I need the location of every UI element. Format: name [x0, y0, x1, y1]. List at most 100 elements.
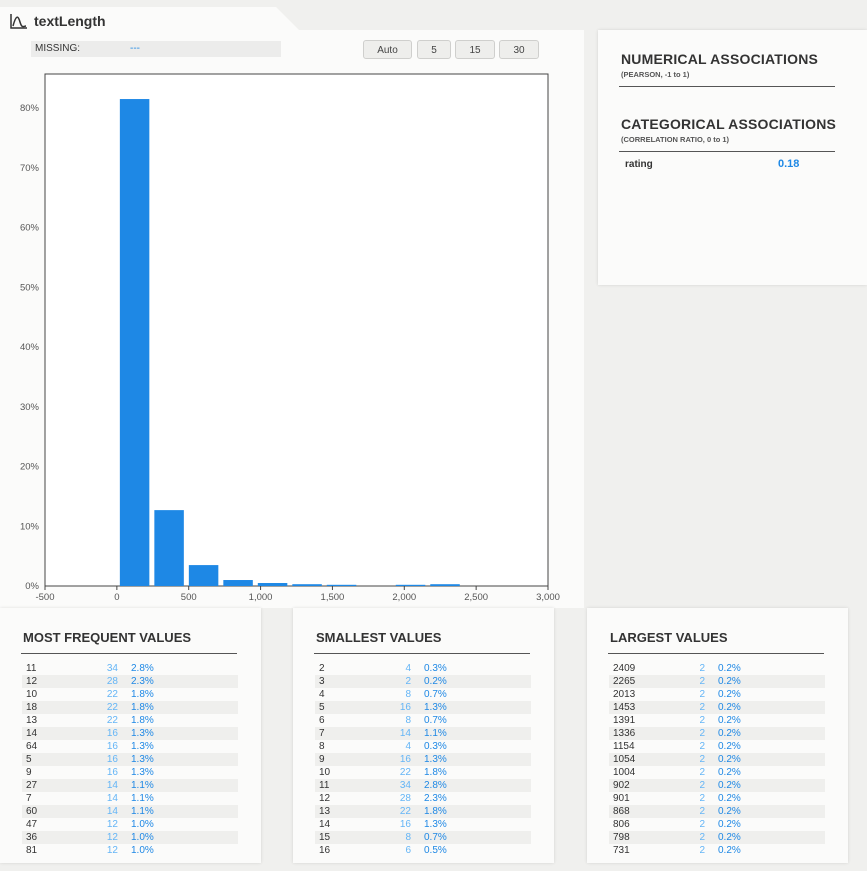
histogram-bar[interactable]: [257, 583, 288, 586]
y-tick-label: 20%: [20, 462, 40, 473]
list-item: 5 16 1.3%: [315, 701, 531, 714]
value-percent: 0.5%: [424, 845, 447, 856]
list-item: 9 16 1.3%: [22, 766, 238, 779]
missing-label: MISSING:: [35, 43, 81, 54]
y-tick-label: 60%: [20, 223, 40, 234]
list-item: 806 2 0.2%: [609, 818, 825, 831]
value-percent: 2.8%: [424, 780, 447, 791]
most-frequent-title: MOST FREQUENT VALUES: [23, 630, 192, 645]
histogram-bar[interactable]: [223, 580, 253, 586]
list-item: 7 14 1.1%: [315, 727, 531, 740]
value-percent: 1.8%: [424, 806, 447, 817]
distribution-icon: [10, 14, 27, 29]
bins-15-button[interactable]: 15: [455, 40, 495, 59]
value-percent: 1.1%: [131, 793, 154, 804]
value-count: 2: [699, 806, 705, 817]
value-label: 13: [319, 806, 331, 817]
value-count: 12: [106, 832, 118, 843]
list-item: 11 34 2.8%: [315, 779, 531, 792]
value-count: 2: [699, 780, 705, 791]
bins-5-button[interactable]: 5: [417, 40, 451, 59]
x-tick-label: 3,000: [536, 592, 560, 603]
value-count: 8: [405, 689, 411, 700]
value-label: 2265: [613, 676, 636, 687]
list-item: 6 8 0.7%: [315, 714, 531, 727]
value-label: 902: [613, 780, 630, 791]
value-count: 22: [106, 689, 118, 700]
histogram-bar[interactable]: [154, 510, 184, 586]
value-percent: 0.7%: [424, 832, 447, 843]
divider: [608, 653, 824, 654]
value-count: 2: [699, 663, 705, 674]
value-percent: 0.7%: [424, 689, 447, 700]
value-count: 16: [106, 728, 118, 739]
list-item: 4 8 0.7%: [315, 688, 531, 701]
value-percent: 0.2%: [718, 845, 741, 856]
numerical-associations-subtitle: (PEARSON, -1 to 1): [621, 70, 690, 79]
value-count: 16: [399, 754, 411, 765]
value-count: 14: [106, 793, 118, 804]
variable-name: textLength: [34, 13, 106, 29]
list-item: 60 14 1.1%: [22, 805, 238, 818]
value-count: 2: [699, 832, 705, 843]
x-tick-label: 500: [181, 592, 197, 603]
list-item: 1453 2 0.2%: [609, 701, 825, 714]
histogram-bar[interactable]: [188, 565, 219, 586]
bins-30-button[interactable]: 30: [499, 40, 539, 59]
value-label: 5: [26, 754, 32, 765]
list-item: 2265 2 0.2%: [609, 675, 825, 688]
most-frequent-list: 11 34 2.8% 12 28 2.3% 10 22 1.8% 18 22 1.8% 13 22 1.8%…: [22, 662, 238, 857]
value-percent: 1.1%: [131, 806, 154, 817]
association-name[interactable]: rating: [625, 159, 653, 170]
list-item: 14 16 1.3%: [315, 818, 531, 831]
bins-auto-button[interactable]: Auto: [363, 40, 412, 59]
value-count: 14: [106, 780, 118, 791]
list-item: 1336 2 0.2%: [609, 727, 825, 740]
value-count: 34: [399, 780, 411, 791]
x-tick-label: 1,500: [321, 592, 345, 603]
x-tick-label: 2,500: [464, 592, 488, 603]
value-label: 731: [613, 845, 630, 856]
smallest-values-card: SMALLEST VALUES 2 4 0.3% 3 2 0.2% 4 8 0.7% 5 16 1.3…: [293, 608, 554, 863]
x-tick-label: -500: [35, 592, 54, 603]
value-percent: 1.3%: [131, 741, 154, 752]
list-item: 36 12 1.0%: [22, 831, 238, 844]
list-item: 12 28 2.3%: [22, 675, 238, 688]
value-count: 22: [399, 806, 411, 817]
histogram-bar[interactable]: [395, 584, 426, 586]
value-count: 6: [405, 845, 411, 856]
value-count: 2: [699, 702, 705, 713]
list-item: 1154 2 0.2%: [609, 740, 825, 753]
value-label: 1391: [613, 715, 636, 726]
value-label: 18: [26, 702, 38, 713]
value-percent: 0.2%: [718, 702, 741, 713]
missing-indicator: MISSING: ---: [31, 41, 281, 57]
histogram-bar[interactable]: [119, 99, 150, 586]
y-tick-label: 70%: [20, 163, 40, 174]
divider: [314, 653, 530, 654]
y-tick-label: 80%: [20, 103, 40, 114]
list-item: 13 22 1.8%: [315, 805, 531, 818]
value-label: 27: [26, 780, 38, 791]
list-item: 901 2 0.2%: [609, 792, 825, 805]
value-label: 1336: [613, 728, 636, 739]
list-item: 5 16 1.3%: [22, 753, 238, 766]
list-item: 2409 2 0.2%: [609, 662, 825, 675]
largest-values-list: 2409 2 0.2% 2265 2 0.2% 2013 2 0.2% 1453 2 0.2% 1391…: [609, 662, 825, 857]
value-label: 9: [26, 767, 32, 778]
value-label: 2013: [613, 689, 636, 700]
histogram-bar[interactable]: [292, 584, 322, 586]
value-percent: 0.2%: [718, 741, 741, 752]
variable-title: textLength: [10, 13, 106, 29]
value-percent: 1.1%: [131, 780, 154, 791]
value-label: 1154: [613, 741, 635, 752]
value-label: 13: [26, 715, 38, 726]
value-label: 806: [613, 819, 630, 830]
list-item: 731 2 0.2%: [609, 844, 825, 857]
value-label: 9: [319, 754, 325, 765]
histogram-bar[interactable]: [430, 584, 460, 586]
list-item: 868 2 0.2%: [609, 805, 825, 818]
value-count: 22: [399, 767, 411, 778]
histogram-bar[interactable]: [326, 584, 357, 586]
list-item: 16 6 0.5%: [315, 844, 531, 857]
